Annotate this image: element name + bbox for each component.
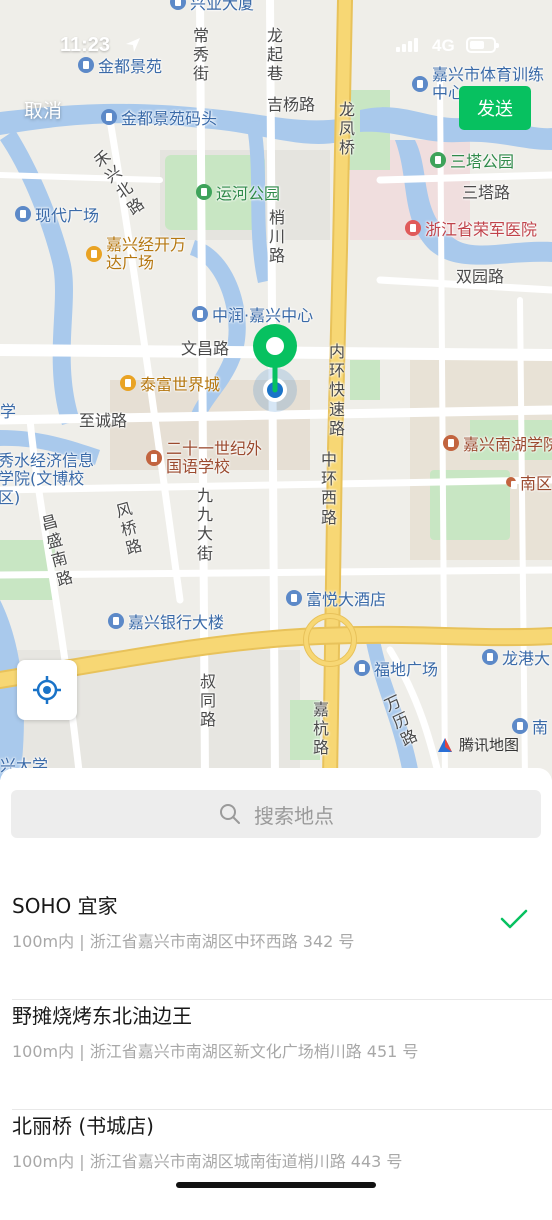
locate-icon xyxy=(33,676,61,704)
poi[interactable]: 嘉兴经开万达广场 xyxy=(86,235,186,273)
send-button[interactable]: 发送 xyxy=(459,86,531,130)
tree-icon xyxy=(430,152,446,168)
tree-icon xyxy=(196,184,212,200)
battery-icon xyxy=(466,37,499,53)
poi[interactable]: 福地广场 xyxy=(354,656,438,680)
poi[interactable]: 现代广场 xyxy=(15,202,99,226)
map-pin-icon[interactable] xyxy=(252,322,302,414)
road-label: 内环快速路 xyxy=(328,342,345,438)
poi[interactable]: 富悦大酒店 xyxy=(286,586,386,610)
list-item[interactable]: 北丽桥 (书城店) 100m内 | 浙江省嘉兴市南湖区城南街道梢川路 443 号 xyxy=(0,1110,552,1220)
road-label: 梢川路 xyxy=(268,208,285,266)
poi[interactable]: 龙港大 xyxy=(482,645,550,669)
list-item[interactable]: 野摊烧烤东北油边王 100m内 | 浙江省嘉兴市南湖区新文化广场梢川路 451 … xyxy=(0,1000,552,1110)
cancel-button[interactable]: 取消 xyxy=(24,96,62,123)
poi[interactable]: 金都景苑码头 xyxy=(101,105,217,129)
poi[interactable]: 学 xyxy=(0,398,16,422)
school-icon xyxy=(146,450,162,467)
shopping-icon xyxy=(120,375,136,391)
road-label: 叔同路 xyxy=(199,672,216,730)
signal-icon xyxy=(396,38,418,52)
network-label: 4G xyxy=(432,36,455,55)
tencent-map-logo-icon xyxy=(438,737,452,752)
place-name: 野摊烧烤东北油边王 xyxy=(12,1004,192,1028)
school-icon xyxy=(506,477,517,489)
hospital-icon xyxy=(405,220,421,236)
poi[interactable]: 嘉兴银行大楼 xyxy=(108,609,224,633)
building-icon xyxy=(108,613,124,629)
poi[interactable]: 三塔公园 xyxy=(430,148,514,172)
road-label: 双园路 xyxy=(456,267,505,286)
poi[interactable]: 运河公园 xyxy=(196,180,280,204)
list-item[interactable]: SOHO 宜家 100m内 | 浙江省嘉兴市南湖区中环西路 342 号 xyxy=(0,890,552,1000)
map-attribution: 腾讯地图 xyxy=(436,734,519,755)
poi[interactable]: 二十一世纪外国语学校 xyxy=(146,439,276,477)
road-label: 龙凤桥 xyxy=(338,100,355,158)
place-address: 100m内 | 浙江省嘉兴市南湖区城南街道梢川路 443 号 xyxy=(12,1152,403,1171)
building-icon xyxy=(15,206,31,222)
building-icon xyxy=(482,649,498,665)
building-icon xyxy=(192,306,208,322)
poi[interactable]: 浙江省荣军医院 xyxy=(405,216,537,240)
poi[interactable]: 秀水经济信息学院(文博校区) xyxy=(0,451,98,507)
road-label: 至诚路 xyxy=(79,411,128,430)
search-icon xyxy=(220,804,240,824)
checkmark-icon xyxy=(500,909,528,929)
status-time: 11:23 xyxy=(60,34,111,56)
search-input[interactable]: 搜索地点 xyxy=(11,790,541,838)
place-name: 北丽桥 (书城店) xyxy=(12,1114,154,1138)
home-indicator[interactable] xyxy=(176,1182,376,1188)
building-icon xyxy=(354,660,370,676)
road-label: 中环西路 xyxy=(320,450,337,527)
building-icon xyxy=(412,76,428,93)
shopping-icon xyxy=(86,246,102,263)
road-label: 文昌路 xyxy=(181,339,230,358)
hotel-icon xyxy=(286,590,302,606)
road-label: 九九大街 xyxy=(196,486,213,563)
poi[interactable]: 嘉兴南湖学院 xyxy=(443,431,552,455)
location-arrow-icon xyxy=(126,38,140,52)
road-label: 吉杨路 xyxy=(267,95,316,114)
place-name: SOHO 宜家 xyxy=(12,894,118,918)
status-bar: 11:23 4G xyxy=(0,0,552,70)
location-sheet: 搜索地点 SOHO 宜家 100m内 | 浙江省嘉兴市南湖区中环西路 342 号… xyxy=(0,768,552,1200)
road-label: 三塔路 xyxy=(462,183,511,202)
anchor-icon xyxy=(101,109,117,125)
search-placeholder: 搜索地点 xyxy=(254,803,334,828)
poi[interactable]: 泰富世界城 xyxy=(120,371,220,395)
poi[interactable]: 南区 xyxy=(506,470,552,494)
school-icon xyxy=(443,435,459,451)
place-address: 100m内 | 浙江省嘉兴市南湖区中环西路 342 号 xyxy=(12,932,355,951)
place-address: 100m内 | 浙江省嘉兴市南湖区新文化广场梢川路 451 号 xyxy=(12,1042,419,1061)
locate-button[interactable] xyxy=(17,660,77,720)
road-label: 嘉杭路 xyxy=(312,700,329,758)
building-icon xyxy=(512,718,528,734)
